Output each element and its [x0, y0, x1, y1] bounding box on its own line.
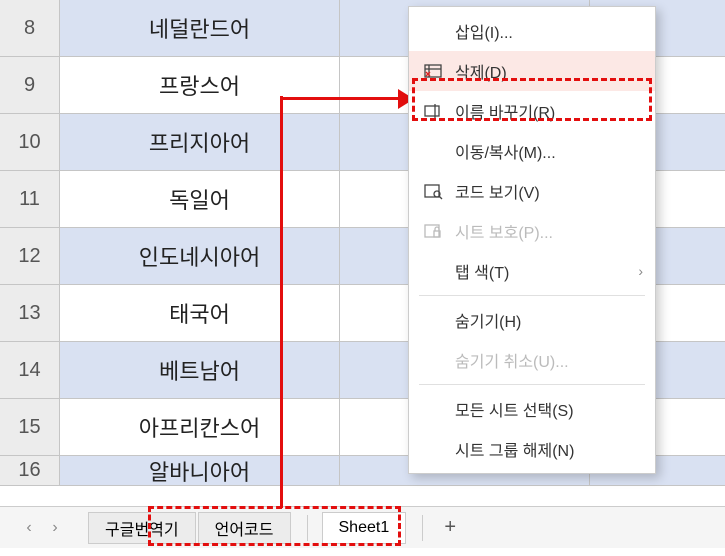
menu-unhide: 숨기기 취소(U)... — [409, 340, 655, 380]
row-header[interactable]: 11 — [0, 171, 60, 227]
menu-label: 시트 그룹 해제(N) — [455, 437, 643, 461]
menu-rename[interactable]: 이름 바꾸기(R) — [409, 91, 655, 131]
rename-icon — [421, 99, 445, 123]
row-header[interactable]: 15 — [0, 399, 60, 455]
menu-label: 삽입(I)... — [455, 19, 643, 43]
nav-prev-button[interactable]: ‹ — [16, 515, 42, 541]
delete-sheet-icon — [421, 59, 445, 83]
menu-separator — [419, 384, 645, 385]
sheet-tab-google-translate[interactable]: 구글번역기 — [88, 512, 196, 544]
row-header[interactable]: 12 — [0, 228, 60, 284]
menu-label: 숨기기(H) — [455, 308, 643, 332]
submenu-arrow-icon: › — [638, 263, 643, 279]
menu-move-copy[interactable]: 이동/복사(M)... — [409, 131, 655, 171]
nav-next-button[interactable]: › — [42, 515, 68, 541]
row-header[interactable]: 16 — [0, 456, 60, 485]
menu-delete[interactable]: 삭제(D) — [409, 51, 655, 91]
row-header[interactable]: 14 — [0, 342, 60, 398]
menu-label: 시트 보호(P)... — [455, 219, 643, 243]
cell-language[interactable]: 독일어 — [60, 171, 340, 227]
menu-view-code[interactable]: 코드 보기(V) — [409, 171, 655, 211]
cell-language[interactable]: 네덜란드어 — [60, 0, 340, 56]
row-header[interactable]: 8 — [0, 0, 60, 56]
view-code-icon — [421, 179, 445, 203]
sheet-tab-bar: ‹ › 구글번역기 언어코드 Sheet1 + — [0, 506, 725, 548]
row-header[interactable]: 9 — [0, 57, 60, 113]
menu-label: 탭 색(T) — [455, 259, 638, 283]
menu-tab-color[interactable]: 탭 색(T) › — [409, 251, 655, 291]
cell-language[interactable]: 아프리칸스어 — [60, 399, 340, 455]
cell-language[interactable]: 알바니아어 — [60, 456, 340, 485]
sheet-context-menu: 삽입(I)... 삭제(D) 이름 바꾸기(R) 이동/복사(M)... 코드 … — [408, 6, 656, 474]
cell-language[interactable]: 인도네시아어 — [60, 228, 340, 284]
menu-label: 모든 시트 선택(S) — [455, 397, 643, 421]
cell-language[interactable]: 태국어 — [60, 285, 340, 341]
menu-label: 이동/복사(M)... — [455, 139, 643, 163]
menu-label: 이름 바꾸기(R) — [455, 99, 643, 123]
cell-language[interactable]: 베트남어 — [60, 342, 340, 398]
protect-sheet-icon — [421, 219, 445, 243]
menu-hide[interactable]: 숨기기(H) — [409, 300, 655, 340]
menu-insert[interactable]: 삽입(I)... — [409, 11, 655, 51]
cell-language[interactable]: 프리지아어 — [60, 114, 340, 170]
add-sheet-button[interactable]: + — [437, 515, 463, 541]
menu-label: 삭제(D) — [455, 59, 643, 83]
sheet-tab-sheet1[interactable]: Sheet1 — [322, 512, 407, 544]
menu-separator — [419, 295, 645, 296]
row-header[interactable]: 13 — [0, 285, 60, 341]
menu-label: 코드 보기(V) — [455, 179, 643, 203]
menu-select-all-sheets[interactable]: 모든 시트 선택(S) — [409, 389, 655, 429]
menu-protect-sheet: 시트 보호(P)... — [409, 211, 655, 251]
cell-language[interactable]: 프랑스어 — [60, 57, 340, 113]
menu-label: 숨기기 취소(U)... — [455, 348, 643, 372]
row-header[interactable]: 10 — [0, 114, 60, 170]
menu-ungroup-sheets[interactable]: 시트 그룹 해제(N) — [409, 429, 655, 469]
sheet-tab-language-code[interactable]: 언어코드 — [198, 512, 291, 544]
